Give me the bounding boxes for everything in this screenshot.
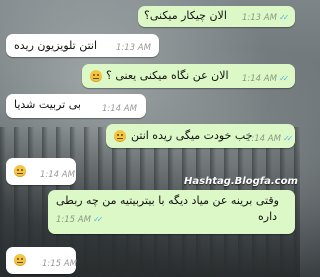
message-outgoing[interactable]: الان چیکار میکنی؟ 1:13 AM ✓✓	[138, 6, 295, 27]
double-check-icon: ✓✓	[282, 134, 294, 143]
double-check-icon: ✓✓	[92, 215, 104, 224]
message-meta: 1:14 AM ✓✓	[246, 134, 294, 144]
message-outgoing[interactable]: الان عن نگاه میکنی یعنی ؟ 1:14 AM ✓✓	[82, 64, 295, 88]
smiley-emoji-icon	[90, 70, 102, 82]
message-outgoing[interactable]: وقتی برینه عن میاد دیگه با بیتربیتیه من …	[48, 190, 295, 234]
message-time: 1:13 AM	[242, 13, 277, 23]
message-time: 1:14 AM	[40, 170, 75, 180]
message-time: 1:15 AM	[42, 259, 77, 269]
message-incoming[interactable]: 1:14 AM	[6, 158, 76, 185]
message-text: الان عن نگاه میکنی یعنی ؟	[106, 69, 229, 82]
double-check-icon: ✓✓	[278, 74, 290, 83]
message-time: 1:14 AM	[102, 104, 137, 114]
message-incoming[interactable]: انتن تلویزیون ریده 1:13 AM	[6, 34, 159, 57]
message-text: وقتی برینه عن میاد دیگه با بیتربیتیه من …	[56, 194, 279, 207]
message-meta: 1:14 AM ✓✓	[242, 74, 290, 84]
message-time: 1:15 AM	[56, 215, 91, 225]
smiley-emoji-icon	[14, 165, 26, 177]
message-meta: 1:15 AM ✓✓	[56, 215, 104, 225]
message-meta: 1:13 AM ✓✓	[242, 13, 290, 23]
message-incoming[interactable]: 1:15 AM	[6, 247, 77, 274]
message-time: 1:14 AM	[246, 134, 281, 144]
watermark: Hashtag.Blogfa.com	[184, 176, 298, 187]
message-text: الان چیکار میکنی؟	[144, 9, 227, 22]
double-check-icon: ✓✓	[278, 13, 290, 22]
message-time: 1:13 AM	[116, 43, 151, 53]
smiley-emoji-icon	[14, 254, 26, 266]
message-incoming[interactable]: بی تربیت شدیا 1:14 AM	[6, 94, 146, 118]
message-text: بی تربیت شدیا	[14, 98, 81, 111]
message-text: خب خودت میگی ریده انتن	[131, 129, 253, 142]
smiley-emoji-icon	[114, 130, 126, 142]
message-outgoing[interactable]: خب خودت میگی ریده انتن 1:14 AM ✓✓	[106, 124, 295, 148]
message-time: 1:14 AM	[242, 74, 277, 84]
message-text: داره	[258, 210, 278, 223]
message-text: انتن تلویزیون ریده	[14, 39, 98, 52]
